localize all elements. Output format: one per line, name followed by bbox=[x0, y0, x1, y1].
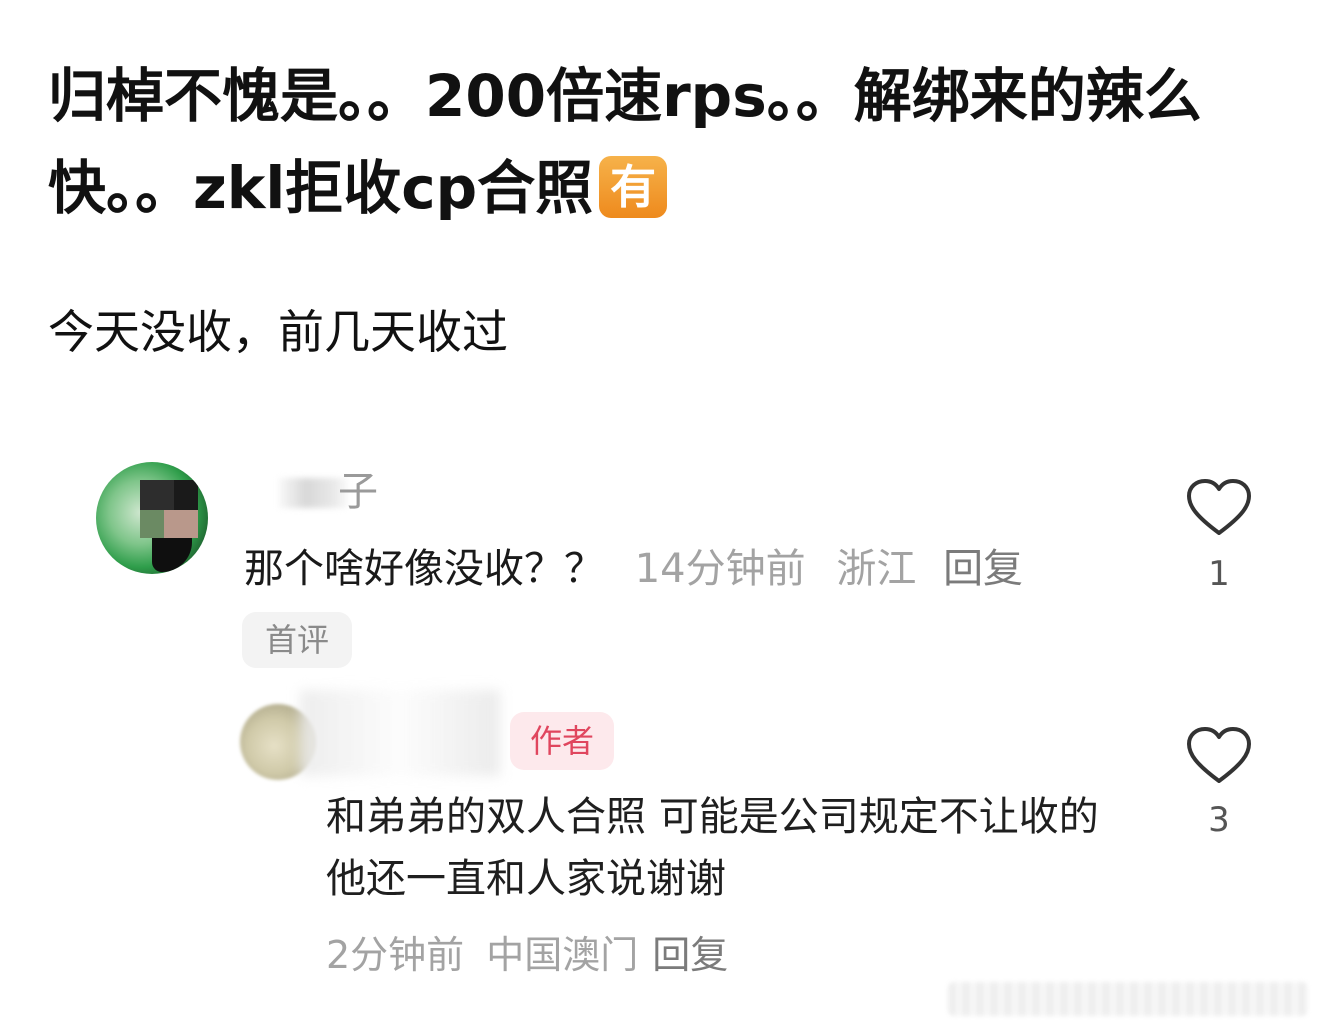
comment-meta: 2分钟前 中国澳门 回复 bbox=[326, 928, 728, 982]
like-count: 3 bbox=[1208, 800, 1230, 840]
emoji-badge-icon: 有 bbox=[599, 155, 668, 218]
comment-time: 2分钟前 bbox=[326, 933, 465, 977]
comment-body: 那个啥好像没收？？ 14分钟前 浙江 回复 bbox=[244, 540, 1023, 598]
avatar[interactable] bbox=[96, 462, 208, 574]
heart-icon[interactable] bbox=[1186, 478, 1252, 538]
like-count: 1 bbox=[1208, 554, 1230, 594]
first-comment-badge: 首评 bbox=[242, 612, 352, 668]
reply-button[interactable]: 回复 bbox=[943, 546, 1023, 592]
post-subtitle: 今天没收，前几天收过 bbox=[48, 305, 508, 359]
post-title: 归棹不愧是。。200倍速rps。。解绑来的辣么快。。zkl拒收cp合照有 bbox=[48, 50, 1278, 234]
watermark bbox=[948, 982, 1308, 1016]
author-badge: 作者 bbox=[510, 712, 614, 770]
username-redaction bbox=[300, 690, 500, 776]
heart-icon[interactable] bbox=[1186, 726, 1252, 786]
comment-text: 和弟弟的双人合照 可能是公司规定不让收的 他还一直和人家说谢谢 bbox=[326, 794, 1099, 902]
comment-time: 14分钟前 bbox=[634, 546, 806, 592]
comment-text: 那个啥好像没收？？ bbox=[244, 546, 604, 592]
reply-button[interactable]: 回复 bbox=[652, 933, 728, 977]
comment-username[interactable]: 子 bbox=[338, 468, 378, 516]
comment-location: 中国澳门 bbox=[486, 933, 639, 977]
comment-location: 浙江 bbox=[836, 546, 917, 592]
